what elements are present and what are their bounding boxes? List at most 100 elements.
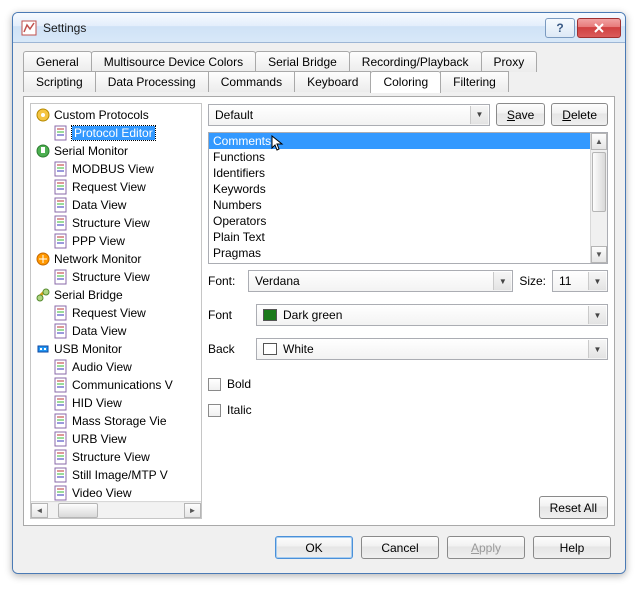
scroll-track[interactable] xyxy=(48,503,184,518)
doc-icon xyxy=(53,377,69,393)
tree-item-structure-view[interactable]: Structure View xyxy=(31,448,201,466)
tree-item-protocol-editor[interactable]: Protocol Editor xyxy=(31,124,201,142)
font-family-value: Verdana xyxy=(255,274,300,288)
tree-item-serial-monitor[interactable]: Serial Monitor xyxy=(31,142,201,160)
tree-item-hid-view[interactable]: HID View xyxy=(31,394,201,412)
ok-button[interactable]: OK xyxy=(275,536,353,559)
tab-data-processing[interactable]: Data Processing xyxy=(95,71,209,92)
tree-item-ppp-view[interactable]: PPP View xyxy=(31,232,201,250)
tree-item-structure-view[interactable]: Structure View xyxy=(31,268,201,286)
cancel-button[interactable]: Cancel xyxy=(361,536,439,559)
tree-item-mass-storage-vie[interactable]: Mass Storage Vie xyxy=(31,412,201,430)
back-color-select[interactable]: White ▼ xyxy=(256,338,608,360)
bold-checkbox[interactable] xyxy=(208,378,221,391)
font-family-select[interactable]: Verdana ▼ xyxy=(248,270,513,292)
delete-button[interactable]: Delete xyxy=(551,103,608,126)
tree-item-label: Protocol Editor xyxy=(72,126,155,140)
doc-icon xyxy=(53,395,69,411)
doc-icon xyxy=(53,233,69,249)
doc-icon xyxy=(53,215,69,231)
scroll-thumb[interactable] xyxy=(58,503,98,518)
close-button[interactable] xyxy=(577,18,621,38)
chevron-down-icon: ▼ xyxy=(588,272,606,290)
tree-item-data-view[interactable]: Data View xyxy=(31,322,201,340)
font-label: Font: xyxy=(208,274,242,288)
tree-item-video-view[interactable]: Video View xyxy=(31,484,201,501)
tree-item-modbus-view[interactable]: MODBUS View xyxy=(31,160,201,178)
scroll-thumb[interactable] xyxy=(592,152,606,212)
font-color-select[interactable]: Dark green ▼ xyxy=(256,304,608,326)
doc-icon xyxy=(53,269,69,285)
token-item-keywords[interactable]: Keywords xyxy=(209,181,590,197)
tab-multisource-device-colors[interactable]: Multisource Device Colors xyxy=(91,51,256,72)
tree-item-label: URB View xyxy=(72,432,126,446)
tree-item-request-view[interactable]: Request View xyxy=(31,178,201,196)
token-listbox[interactable]: CommentsFunctionsIdentifiersKeywordsNumb… xyxy=(208,132,608,264)
tab-coloring[interactable]: Coloring xyxy=(370,71,441,93)
tree-item-label: PPP View xyxy=(72,234,125,248)
tree-item-communications-v[interactable]: Communications V xyxy=(31,376,201,394)
listbox-vertical-scrollbar[interactable]: ▲ ▼ xyxy=(590,133,607,263)
doc-icon xyxy=(53,413,69,429)
plug-green-icon xyxy=(35,143,51,159)
doc-icon xyxy=(53,323,69,339)
tree-item-label: MODBUS View xyxy=(72,162,154,176)
tree-item-label: Data View xyxy=(72,198,126,212)
tree-item-data-view[interactable]: Data View xyxy=(31,196,201,214)
help-button[interactable]: Help xyxy=(533,536,611,559)
scroll-track[interactable] xyxy=(591,150,607,246)
tree-item-label: Request View xyxy=(72,180,146,194)
scroll-down-button[interactable]: ▼ xyxy=(591,246,607,263)
token-item-comments[interactable]: Comments xyxy=(209,133,590,149)
tree-item-still-image-mtp-v[interactable]: Still Image/MTP V xyxy=(31,466,201,484)
window-title: Settings xyxy=(43,21,545,35)
token-item-operators[interactable]: Operators xyxy=(209,213,590,229)
scheme-select[interactable]: Default ▼ xyxy=(208,104,490,126)
link-yellow-icon xyxy=(35,287,51,303)
gear-yellow-icon xyxy=(35,107,51,123)
tree-horizontal-scrollbar[interactable]: ◄ ► xyxy=(31,501,201,518)
tree-item-usb-monitor[interactable]: USB Monitor xyxy=(31,340,201,358)
tab-proxy[interactable]: Proxy xyxy=(481,51,538,72)
token-item-plain-text[interactable]: Plain Text xyxy=(209,229,590,245)
tab-recording-playback[interactable]: Recording/Playback xyxy=(349,51,482,72)
tab-commands[interactable]: Commands xyxy=(208,71,295,92)
token-item-functions[interactable]: Functions xyxy=(209,149,590,165)
token-item-identifiers[interactable]: Identifiers xyxy=(209,165,590,181)
scroll-up-button[interactable]: ▲ xyxy=(591,133,607,150)
category-tree[interactable]: Custom Protocols Protocol Editor Serial Mo… xyxy=(30,103,202,519)
font-size-select[interactable]: 11 ▼ xyxy=(552,270,608,292)
italic-checkbox[interactable] xyxy=(208,404,221,417)
reset-all-button[interactable]: Reset All xyxy=(539,496,608,519)
settings-dialog: Settings ? GeneralMultisource Device Col… xyxy=(12,12,626,574)
tree-item-label: Video View xyxy=(72,486,132,500)
tree-item-network-monitor[interactable]: Network Monitor xyxy=(31,250,201,268)
scroll-left-button[interactable]: ◄ xyxy=(31,503,48,518)
token-item-numbers[interactable]: Numbers xyxy=(209,197,590,213)
tree-item-urb-view[interactable]: URB View xyxy=(31,430,201,448)
titlebar[interactable]: Settings ? xyxy=(13,13,625,43)
tab-general[interactable]: General xyxy=(23,51,92,72)
doc-icon xyxy=(53,485,69,501)
tab-scripting[interactable]: Scripting xyxy=(23,71,96,92)
tree-item-serial-bridge[interactable]: Serial Bridge xyxy=(31,286,201,304)
save-button[interactable]: Save xyxy=(496,103,545,126)
back-color-label: Back xyxy=(208,342,250,356)
doc-icon xyxy=(53,305,69,321)
tree-item-request-view[interactable]: Request View xyxy=(31,304,201,322)
tree-item-custom-protocols[interactable]: Custom Protocols xyxy=(31,106,201,124)
chevron-down-icon: ▼ xyxy=(588,306,606,324)
tab-filtering[interactable]: Filtering xyxy=(440,71,509,92)
tab-serial-bridge[interactable]: Serial Bridge xyxy=(255,51,350,72)
tree-item-label: USB Monitor xyxy=(54,342,122,356)
tree-item-label: HID View xyxy=(72,396,122,410)
tree-item-audio-view[interactable]: Audio View xyxy=(31,358,201,376)
token-item-pragmas[interactable]: Pragmas xyxy=(209,245,590,261)
help-button[interactable]: ? xyxy=(545,18,575,38)
tree-item-structure-view[interactable]: Structure View xyxy=(31,214,201,232)
apply-button[interactable]: Apply xyxy=(447,536,525,559)
tab-keyboard[interactable]: Keyboard xyxy=(294,71,371,92)
tree-item-label: Mass Storage Vie xyxy=(72,414,167,428)
net-orange-icon xyxy=(35,251,51,267)
scroll-right-button[interactable]: ► xyxy=(184,503,201,518)
